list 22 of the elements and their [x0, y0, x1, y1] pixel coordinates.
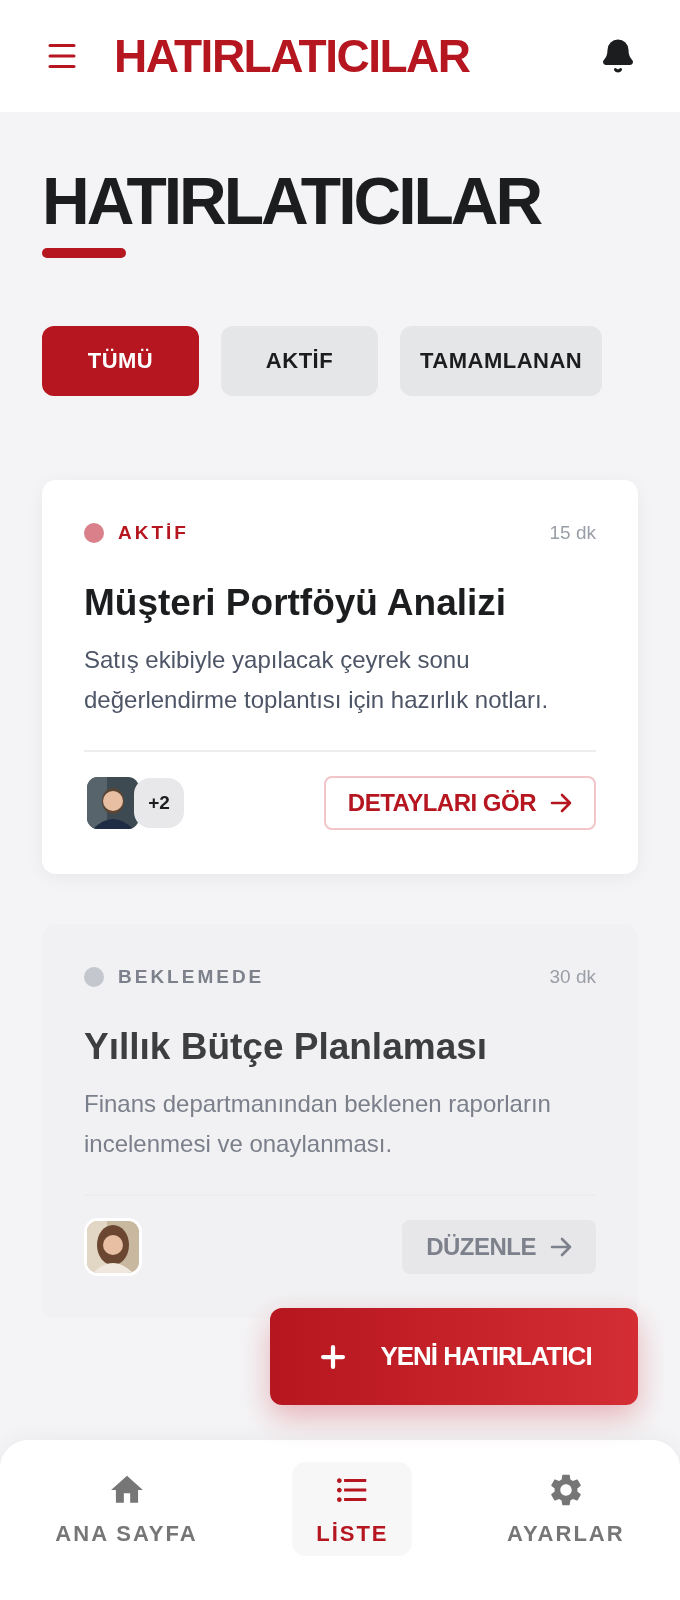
extra-count-badge: +2: [134, 778, 184, 828]
arrow-icon: [550, 1237, 572, 1257]
reminder-description: Satış ekibiyle yapılacak çeyrek sonu değerlendirme toplantısı için hazırlık notları.: [84, 645, 550, 715]
filter-tab[interactable]: AKTİF: [221, 326, 378, 396]
reminder-title: Müşteri Portföyü Analizi: [84, 582, 508, 624]
nav-item[interactable]: AYARLAR: [491, 1462, 641, 1556]
time-label: 15 dk: [549, 522, 596, 544]
arrow-icon: [550, 793, 572, 813]
nav-item[interactable]: LİSTE: [292, 1462, 413, 1556]
status-label: BEKLEMEDE: [118, 966, 265, 988]
new-reminder-button[interactable]: YENİ HATIRLATICI: [270, 1308, 638, 1405]
filter-tab[interactable]: TAMAMLANAN: [400, 326, 603, 396]
nav-item[interactable]: ANA SAYFA: [39, 1462, 214, 1556]
reminder-title: Yıllık Bütçe Planlaması: [84, 1026, 489, 1068]
app-title: HATIRLATICILAR: [114, 29, 471, 83]
bell-icon[interactable]: [600, 38, 636, 74]
status-label: AKTİF: [118, 522, 189, 544]
time-label: 30 dk: [549, 966, 596, 988]
filter-tab[interactable]: TÜMÜ: [42, 326, 199, 396]
page-title: HATIRLATICILAR: [42, 168, 542, 234]
details-button[interactable]: DETAYLARI GÖR: [323, 776, 596, 830]
reminder-description: Finans departmanından beklenen raporların incelenmesi ve onaylanması.: [84, 1089, 552, 1159]
